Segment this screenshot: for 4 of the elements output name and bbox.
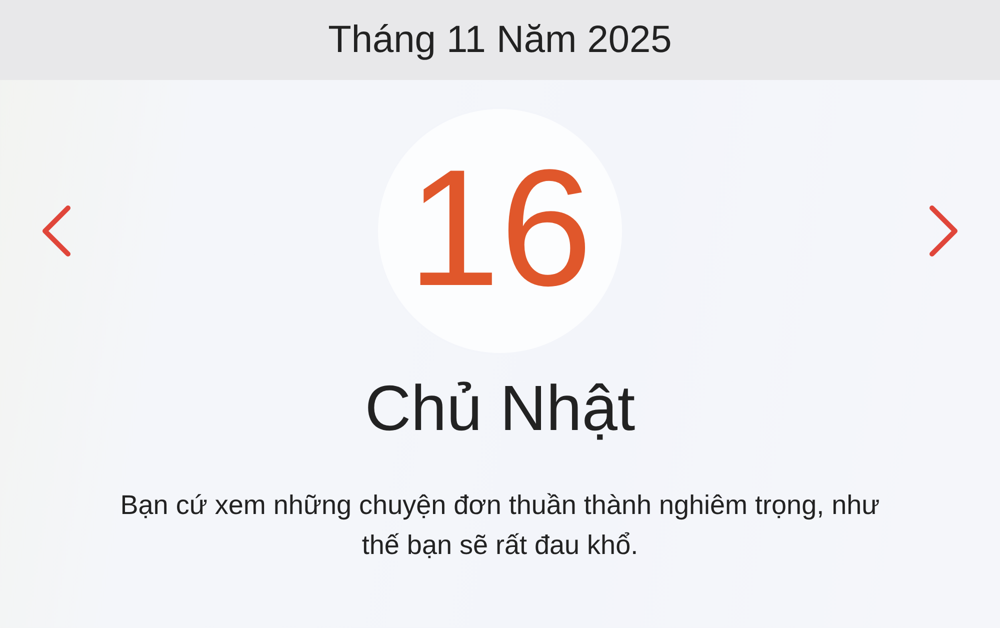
quote-text: Bạn cứ xem những chuyện đơn thuần thành nghiêm trọng, như thế bạn sẽ rất đau khổ. bbox=[119, 489, 881, 562]
day-number: 16 bbox=[408, 139, 592, 323]
weekday-label: Chủ Nhật bbox=[364, 371, 636, 445]
month-title: Tháng 11 Năm 2025 bbox=[328, 18, 672, 63]
